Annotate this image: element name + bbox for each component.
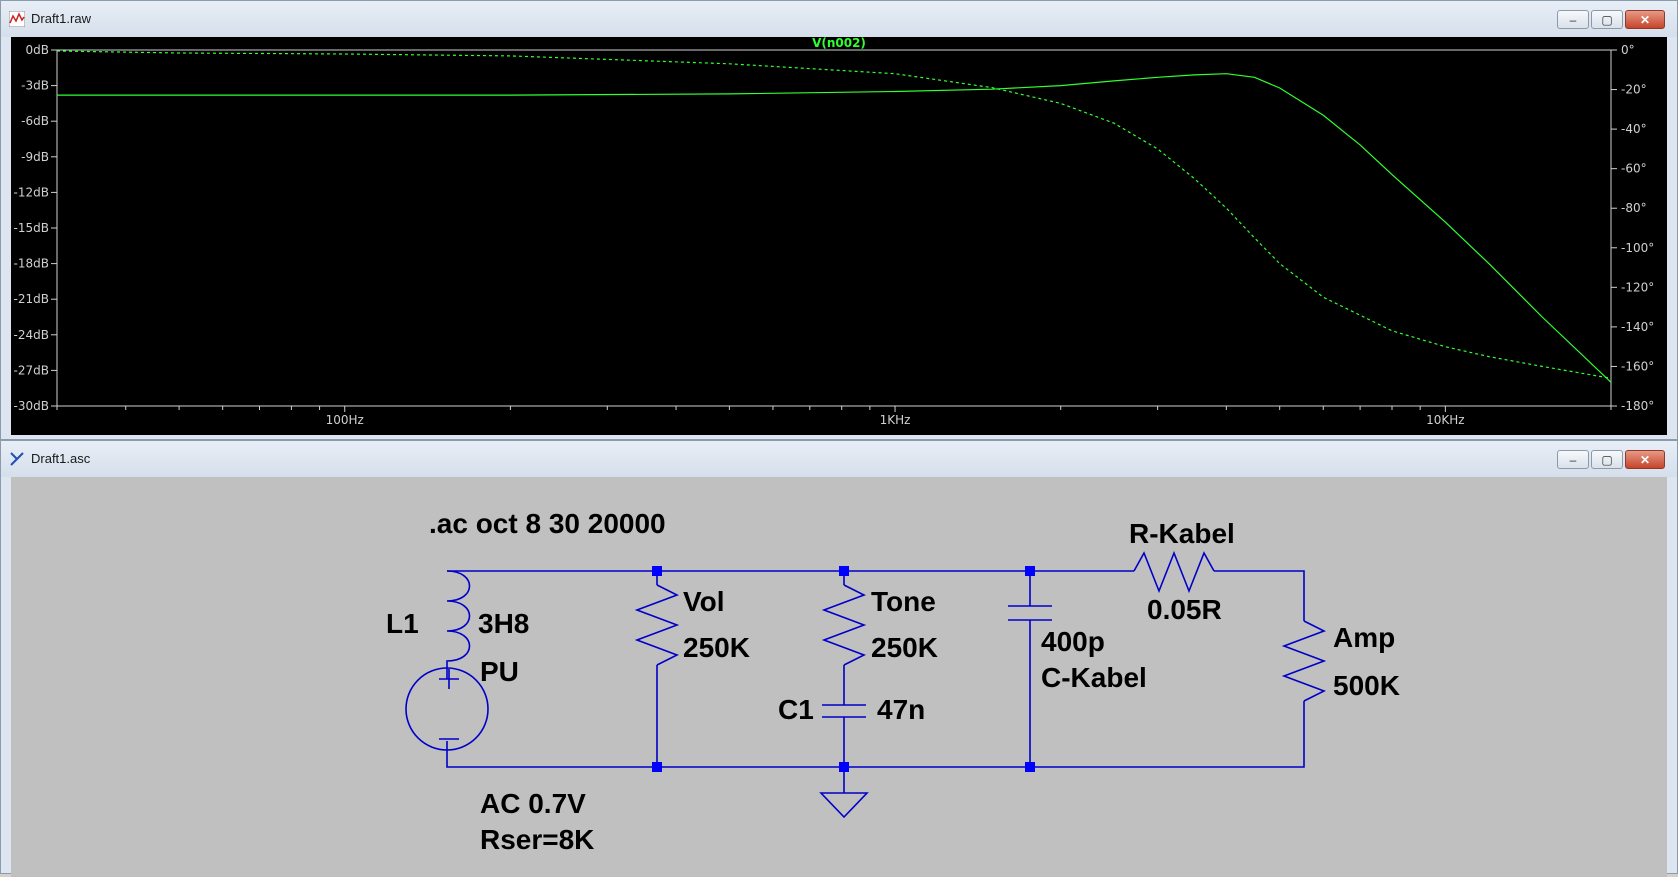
left-tick-label: -24dB [14,328,49,342]
l1-name[interactable]: L1 [386,608,419,639]
resistor-vol[interactable] [634,584,680,666]
minimize-button[interactable]: – [1557,450,1589,469]
plot-window-title: Draft1.raw [31,11,91,26]
left-tick-label: -15dB [14,221,49,235]
close-icon: ✕ [1639,452,1651,467]
schematic-window-title: Draft1.asc [31,451,91,466]
left-tick-label: -6dB [21,114,49,128]
maximize-button[interactable]: ▢ [1591,450,1623,469]
right-tick-label: -40° [1621,122,1647,136]
x-tick-label: 100Hz [326,413,364,427]
plot-frame [56,49,1612,407]
right-tick-label: 0° [1621,43,1635,57]
right-tick-label: -140° [1621,320,1654,334]
source-param[interactable]: Rser=8K [480,824,594,855]
resistor-amp[interactable] [1281,620,1327,702]
right-tick-label: -80° [1621,201,1647,215]
right-tick-label: -100° [1621,241,1654,255]
junction-dot [839,566,849,576]
waveform-icon [9,11,25,27]
tone-name[interactable]: Tone [871,586,936,617]
minimize-icon: – [1569,12,1577,27]
vol-name[interactable]: Vol [683,586,724,617]
plot-window: Draft1.raw – ▢ ✕ V(n002) 0dB -3dB -6dB -9dB… [0,0,1678,440]
junction-dot [839,762,849,772]
capacitor-c1[interactable] [822,704,866,718]
magnitude-trace[interactable] [57,73,1612,383]
l1-value[interactable]: 3H8 [478,608,529,639]
trace-label[interactable]: V(n002) [812,36,866,50]
source-value[interactable]: AC 0.7V [480,788,586,819]
close-icon: ✕ [1639,12,1651,27]
left-tick-label: 0dB [26,43,49,57]
right-tick-label: -120° [1621,280,1654,294]
resistor-tone[interactable] [821,584,867,666]
amp-name[interactable]: Amp [1333,622,1395,653]
schematic-icon [10,452,24,466]
x-tick-label: 1KHz [880,413,911,427]
schematic-drawing[interactable]: .ac oct 8 30 20000 L1 3H8 PU AC 0.7V Rse… [11,477,1667,877]
ckabel-name[interactable]: C-Kabel [1041,662,1147,693]
maximize-icon: ▢ [1601,12,1613,27]
c1-value[interactable]: 47n [877,694,925,725]
capacitor-ckabel[interactable] [1008,605,1052,621]
phase-trace[interactable] [56,50,1612,379]
left-tick-label: -12dB [14,185,49,199]
maximize-icon: ▢ [1601,452,1613,467]
resistor-rkabel[interactable] [1133,550,1215,594]
schematic-titlebar[interactable]: Draft1.asc – ▢ ✕ [1,441,1677,477]
tone-value[interactable]: 250K [871,632,938,663]
minimize-icon: – [1569,452,1577,467]
wire-bottom[interactable] [446,701,1305,768]
left-tick-label: -21dB [14,292,49,306]
close-button[interactable]: ✕ [1625,10,1665,29]
ac-directive[interactable]: .ac oct 8 30 20000 [429,508,666,539]
plot-titlebar[interactable]: Draft1.raw – ▢ ✕ [1,1,1677,37]
right-tick-label: -160° [1621,359,1654,373]
maximize-button[interactable]: ▢ [1591,10,1623,29]
junction-dot [652,566,662,576]
left-tick-label: -27dB [14,363,49,377]
right-tick-label: -20° [1621,83,1647,97]
left-tick-label: -3dB [21,79,49,93]
right-tick-label: -60° [1621,162,1647,176]
bode-plot[interactable]: V(n002) 0dB -3dB -6dB -9dB -12dB -15dB -18dB -2… [11,36,1667,435]
schematic-canvas[interactable]: .ac oct 8 30 20000 L1 3H8 PU AC 0.7V Rse… [11,477,1667,877]
ckabel-value[interactable]: 400p [1041,626,1105,657]
schematic-window: Draft1.asc – ▢ ✕ .ac oct 8 30 20000 L1 3… [0,440,1678,877]
rkabel-value[interactable]: 0.05R [1147,594,1222,625]
ground-icon[interactable] [819,792,869,819]
left-tick-label: -30dB [14,399,49,413]
source-name[interactable]: PU [480,656,519,687]
left-tick-label: -18dB [14,257,49,271]
inductor-l1[interactable] [446,570,471,679]
vol-value[interactable]: 250K [683,632,750,663]
source-plus-icon [439,669,459,689]
junction-dot [1025,566,1035,576]
x-tick-label: 10KHz [1426,413,1464,427]
amp-value[interactable]: 500K [1333,670,1400,701]
junction-dot [652,762,662,772]
close-button[interactable]: ✕ [1625,450,1665,469]
left-tick-label: -9dB [21,150,49,164]
plot-area[interactable]: V(n002) 0dB -3dB -6dB -9dB -12dB -15dB -18dB -2… [11,36,1667,435]
right-tick-label: -180° [1621,399,1654,413]
rkabel-name[interactable]: R-Kabel [1129,518,1235,549]
c1-name[interactable]: C1 [778,694,814,725]
junction-dot [1025,762,1035,772]
minimize-button[interactable]: – [1557,10,1589,29]
voltage-source-pu[interactable] [405,667,489,751]
